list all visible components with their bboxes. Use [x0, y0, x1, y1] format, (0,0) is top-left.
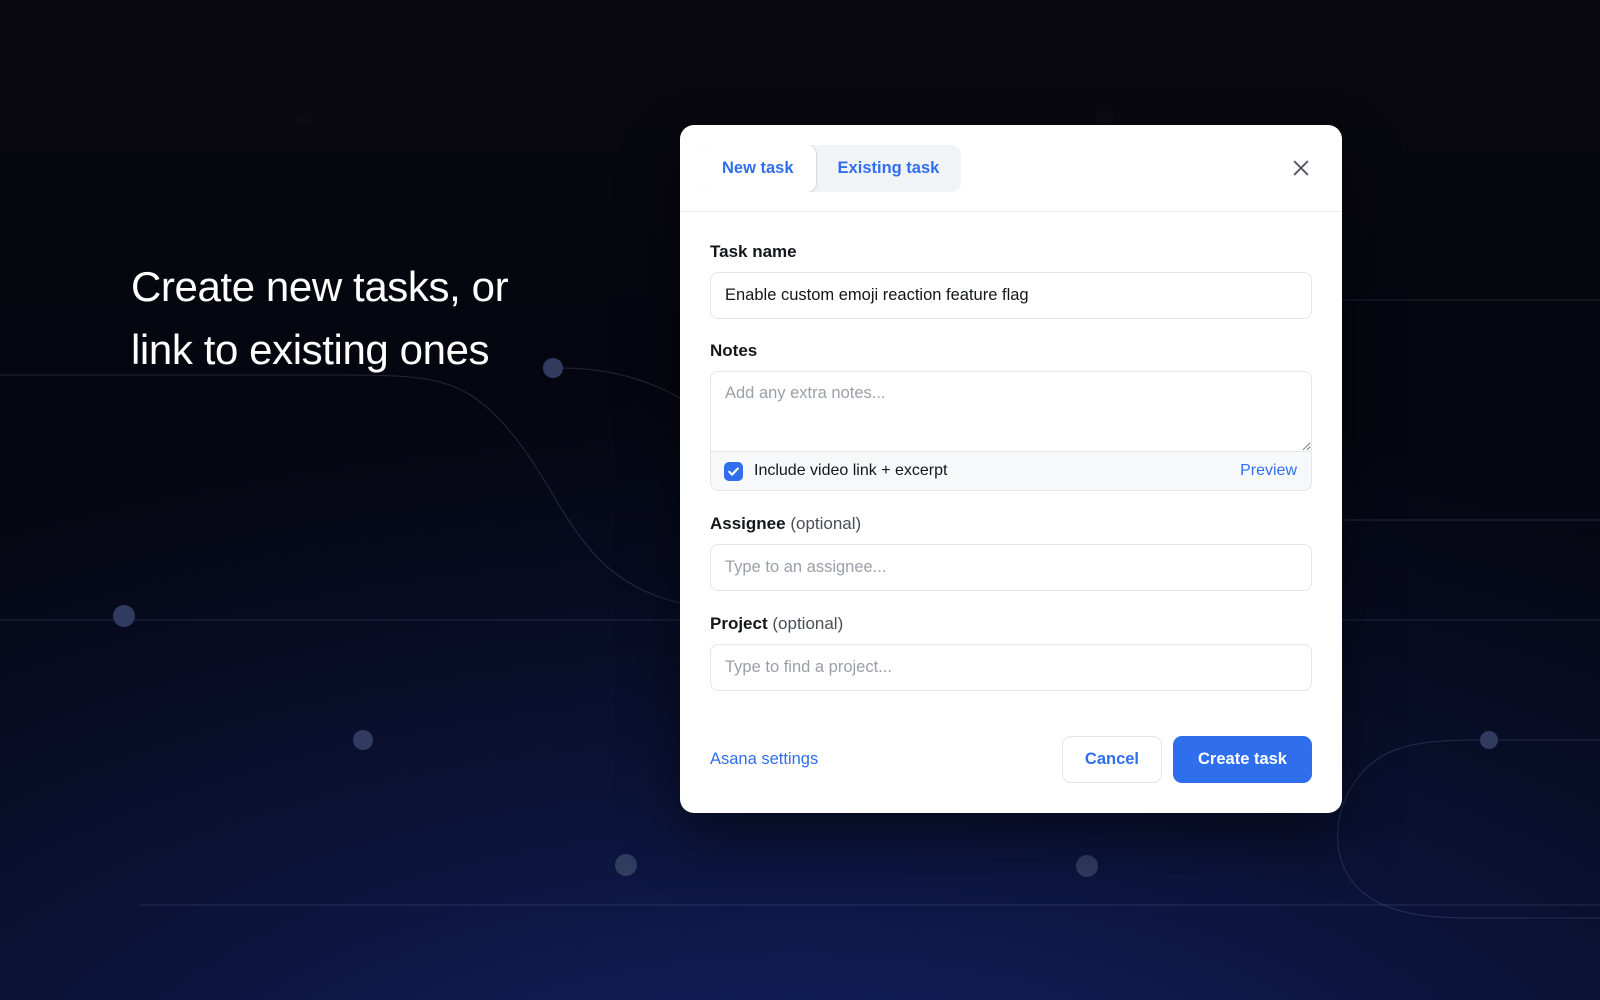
notes-field: Notes Include video link + excerpt Previ…	[710, 340, 1312, 491]
notes-textarea[interactable]	[710, 371, 1312, 451]
modal-body: Task name Notes Include video link + exc…	[680, 212, 1342, 736]
task-mode-tabs: New task Existing task	[700, 144, 962, 192]
assignee-label: Assignee (optional)	[710, 513, 1312, 535]
cancel-button[interactable]: Cancel	[1061, 736, 1163, 783]
notes-label: Notes	[710, 341, 758, 360]
modal-header: New task Existing task	[680, 125, 1342, 212]
modal-footer: Asana settings Cancel Create task	[680, 736, 1342, 813]
asana-settings-link[interactable]: Asana settings	[710, 750, 818, 769]
tab-existing-task[interactable]: Existing task	[816, 145, 962, 192]
close-icon[interactable]	[1284, 151, 1318, 185]
project-field: Project (optional)	[710, 613, 1312, 691]
assignee-field: Assignee (optional)	[710, 513, 1312, 591]
footer-actions: Cancel Create task	[1061, 736, 1312, 783]
task-name-field: Task name	[710, 241, 1312, 319]
project-label-text: Project	[710, 614, 768, 633]
preview-link[interactable]: Preview	[1240, 462, 1297, 480]
check-icon	[728, 466, 739, 476]
tab-new-task[interactable]: New task	[700, 144, 816, 192]
task-name-input[interactable]	[710, 272, 1312, 319]
include-video-label: Include video link + excerpt	[754, 462, 948, 479]
assignee-optional-text: (optional)	[790, 514, 862, 533]
assignee-input[interactable]	[710, 544, 1312, 591]
include-video-checkbox[interactable]	[724, 461, 743, 481]
include-video-row: Include video link + excerpt Preview	[710, 451, 1312, 491]
create-task-button[interactable]: Create task	[1173, 736, 1312, 783]
create-task-modal: New task Existing task Task name Notes	[680, 125, 1342, 813]
task-name-label: Task name	[710, 242, 797, 261]
project-input[interactable]	[710, 644, 1312, 691]
project-optional-text: (optional)	[772, 614, 844, 633]
close-icon-glyph	[1293, 160, 1309, 176]
page-headline: Create new tasks, or link to existing on…	[131, 263, 509, 373]
assignee-label-text: Assignee	[710, 514, 786, 533]
project-label: Project (optional)	[710, 613, 1312, 635]
